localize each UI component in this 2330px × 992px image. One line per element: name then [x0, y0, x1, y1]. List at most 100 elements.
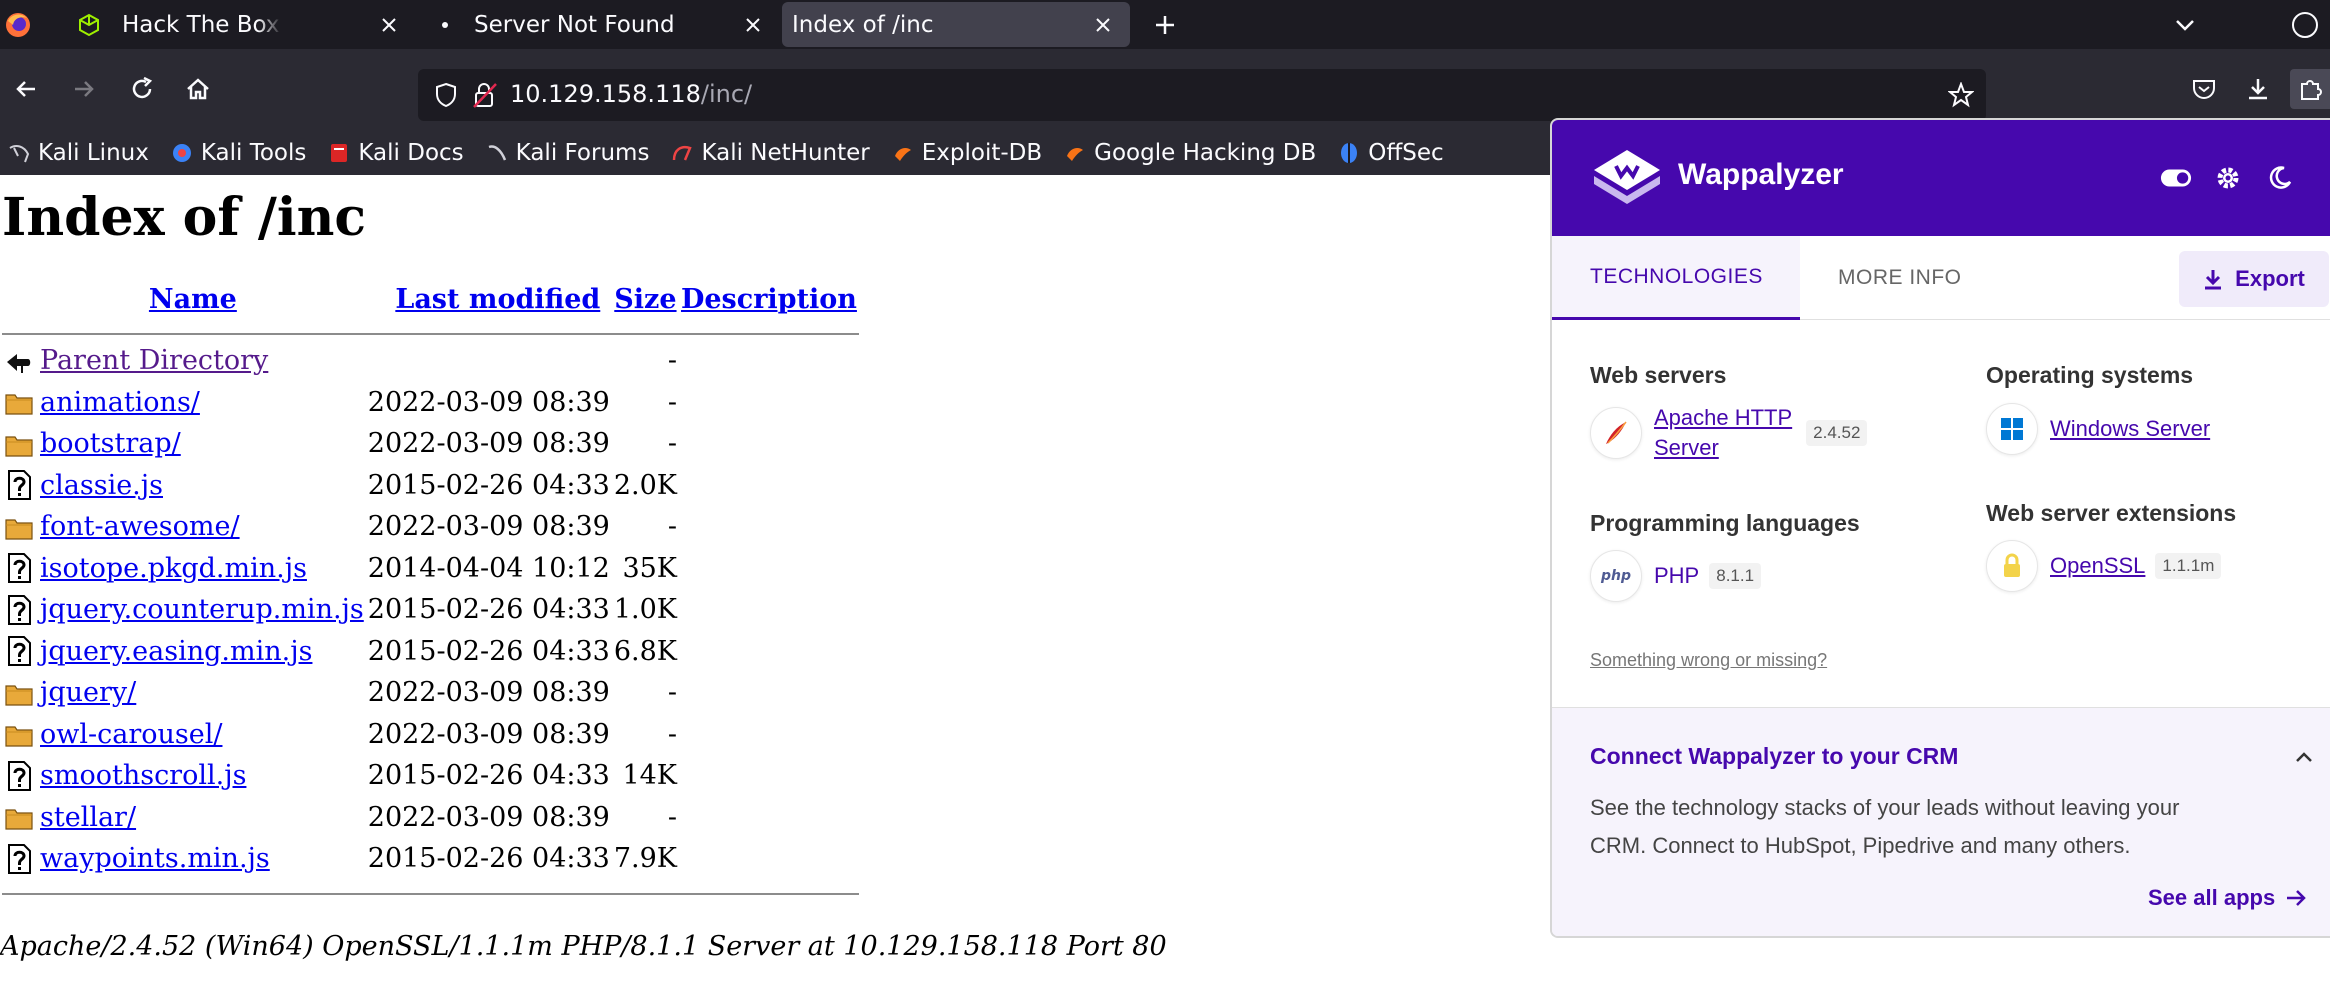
- chevron-up-icon[interactable]: [2292, 746, 2316, 770]
- forward-arrow-icon[interactable]: [64, 69, 104, 109]
- tech-name[interactable]: PHP: [1654, 561, 1699, 591]
- chevron-down-icon[interactable]: [2170, 10, 2200, 40]
- download-icon: [2203, 268, 2223, 290]
- tech-name-link[interactable]: OpenSSL: [2050, 551, 2145, 581]
- toggle-icon[interactable]: [2160, 162, 2192, 194]
- entry-link[interactable]: bootstrap/: [40, 428, 181, 459]
- entry-link[interactable]: jquery/: [40, 677, 136, 708]
- tech-apache[interactable]: Apache HTTP Server 2.4.52: [1590, 403, 1868, 463]
- url-bar[interactable]: 10.129.158.118/inc/: [418, 69, 1986, 121]
- tab-close-icon[interactable]: [1088, 10, 1118, 40]
- reload-icon[interactable]: [122, 69, 162, 109]
- bookmark-google-hacking-db[interactable]: Google Hacking DB: [1064, 140, 1316, 166]
- tech-name-link[interactable]: Windows Server: [2050, 414, 2210, 444]
- tech-windows-server[interactable]: Windows Server: [1986, 403, 2210, 455]
- bookmark-kali-forums[interactable]: Kali Forums: [486, 140, 650, 166]
- entry-link[interactable]: smoothscroll.js: [40, 760, 246, 791]
- crm-text-line: CRM. Connect to HubSpot, Pipedrive and m…: [1590, 833, 2131, 858]
- entry-link[interactable]: isotope.pkgd.min.js: [40, 553, 307, 584]
- download-icon[interactable]: [2238, 69, 2278, 109]
- description-cell: [679, 797, 859, 839]
- crm-description: See the technology stacks of your leads …: [1590, 789, 2290, 865]
- modified-cell: 2015-02-26 04:33: [367, 469, 610, 501]
- bookmark-kali-tools[interactable]: Kali Tools: [171, 140, 307, 166]
- tech-openssl[interactable]: OpenSSL 1.1.1m: [1986, 540, 2222, 592]
- sort-by-name-link[interactable]: Name: [149, 284, 237, 315]
- entry-link[interactable]: owl-carousel/: [40, 719, 222, 750]
- extensions-puzzle-icon[interactable]: [2290, 69, 2330, 109]
- bookmark-label: Kali Linux: [38, 140, 149, 166]
- dark-mode-moon-icon[interactable]: [2264, 162, 2296, 194]
- separator-row: [2, 880, 859, 900]
- tab-title: Hack The Box :: Starting Point: [122, 11, 282, 38]
- table-header-row: Name Last modified Size Description: [2, 278, 859, 320]
- see-all-apps-link[interactable]: See all apps: [2148, 885, 2307, 911]
- tab-close-icon[interactable]: [738, 10, 768, 40]
- entry-link[interactable]: Parent Directory: [40, 345, 268, 376]
- table-row: Parent Directory -: [2, 340, 859, 382]
- exploit-db-icon: [892, 142, 914, 164]
- entry-link[interactable]: waypoints.min.js: [40, 843, 270, 874]
- sort-by-size-link[interactable]: Size: [614, 284, 676, 315]
- tab-technologies[interactable]: TECHNOLOGIES: [1552, 236, 1800, 320]
- entry-link[interactable]: font-awesome/: [40, 511, 240, 542]
- version-badge: 1.1.1m: [2155, 553, 2222, 579]
- bookmark-star-icon[interactable]: [1948, 82, 1974, 108]
- export-button[interactable]: Export: [2179, 251, 2329, 307]
- account-icon[interactable]: [2290, 10, 2320, 40]
- category-programming-languages: Programming languages: [1590, 510, 1860, 536]
- tab-title: Server Not Found: [474, 11, 675, 38]
- entry-link[interactable]: jquery.easing.min.js: [40, 636, 312, 667]
- dot-icon: [440, 21, 450, 29]
- url-text[interactable]: 10.129.158.118/inc/: [510, 80, 752, 108]
- tech-php[interactable]: php PHP 8.1.1: [1590, 550, 1762, 602]
- home-icon[interactable]: [178, 69, 218, 109]
- windows-logo-icon: [1986, 403, 2038, 455]
- something-wrong-link[interactable]: Something wrong or missing?: [1590, 650, 1827, 671]
- entry-link[interactable]: stellar/: [40, 802, 136, 833]
- unknown-file-icon: [2, 548, 38, 590]
- kali-nethunter-icon: [671, 142, 693, 164]
- header-icon-cell: [2, 278, 38, 320]
- tab-more-info[interactable]: MORE INFO: [1800, 236, 2000, 320]
- crm-panel: Connect Wappalyzer to your CRM See the t…: [1552, 707, 2330, 936]
- gear-icon[interactable]: [2212, 162, 2244, 194]
- tab-close-icon[interactable]: [374, 10, 404, 40]
- bookmark-kali-docs[interactable]: Kali Docs: [328, 140, 464, 166]
- pocket-icon[interactable]: [2184, 69, 2224, 109]
- kali-dragon-icon: [8, 142, 30, 164]
- shield-icon[interactable]: [434, 82, 458, 108]
- back-arrow-icon[interactable]: [6, 69, 46, 109]
- tab-server-not-found[interactable]: Server Not Found: [420, 2, 780, 47]
- header-description: Description: [679, 278, 859, 320]
- bookmark-label: Kali Tools: [200, 140, 307, 166]
- crm-title[interactable]: Connect Wappalyzer to your CRM: [1590, 743, 1958, 770]
- size-cell: 2.0K: [613, 469, 677, 501]
- unknown-file-icon: [2, 589, 38, 631]
- kali-forums-icon: [486, 142, 508, 164]
- sort-by-last-modified-link[interactable]: Last modified: [395, 284, 600, 315]
- firefox-icon[interactable]: [5, 12, 31, 38]
- bookmark-label: Kali Forums: [515, 140, 650, 166]
- sort-by-description-link[interactable]: Description: [681, 284, 857, 315]
- description-cell: [679, 589, 859, 631]
- separator-row: [2, 320, 859, 340]
- entry-link[interactable]: classie.js: [40, 470, 163, 501]
- bookmark-offsec[interactable]: OffSec: [1338, 140, 1444, 166]
- description-cell: [679, 423, 859, 465]
- insecure-lock-icon[interactable]: [472, 81, 498, 109]
- horizontal-rule: [2, 333, 859, 335]
- tech-name-line: Apache HTTP: [1654, 405, 1793, 430]
- size-cell: 35K: [622, 552, 677, 584]
- entry-link[interactable]: jquery.counterup.min.js: [40, 594, 364, 625]
- new-tab-plus-icon[interactable]: [1150, 10, 1180, 40]
- bookmark-kali-nethunter[interactable]: Kali NetHunter: [671, 140, 870, 166]
- tab-index-of-inc[interactable]: Index of /inc: [782, 2, 1130, 47]
- entry-link[interactable]: animations/: [40, 387, 200, 418]
- tech-name-link[interactable]: Apache HTTP Server: [1654, 403, 1792, 463]
- bookmark-kali-linux[interactable]: Kali Linux: [8, 140, 149, 166]
- directory-listing-table: Name Last modified Size Description Pare…: [2, 278, 859, 900]
- tab-hackthebox[interactable]: Hack The Box :: Starting Point: [50, 2, 282, 47]
- bookmark-exploit-db[interactable]: Exploit-DB: [892, 140, 1042, 166]
- bookmark-label: Google Hacking DB: [1094, 140, 1317, 166]
